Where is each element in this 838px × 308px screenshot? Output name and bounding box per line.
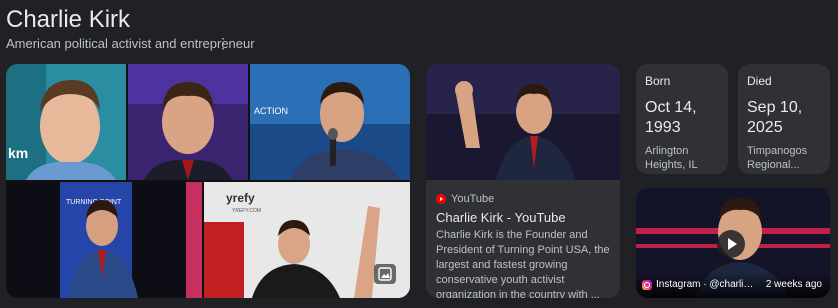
- instagram-handle: Instagram · @charlieki...: [656, 279, 756, 290]
- page-title: Charlie Kirk: [6, 6, 131, 33]
- died-card[interactable]: Died Sep 10, 2025 Timpanogos Regional...: [738, 64, 830, 174]
- image-grid: km ACTION TURNING yrefy YREFY.COM: [6, 64, 410, 298]
- watermark-text: km: [8, 145, 28, 161]
- instagram-source: Instagram · @charlieki...: [642, 279, 756, 290]
- youtube-thumbnail[interactable]: [426, 64, 620, 180]
- sign-text: yrefy: [226, 191, 255, 205]
- play-icon[interactable]: [717, 230, 745, 258]
- youtube-description: Charlie Kirk is the Founder and Presiden…: [436, 229, 610, 298]
- youtube-card[interactable]: YouTube Charlie Kirk - YouTube Charlie K…: [426, 64, 620, 298]
- born-label: Born: [645, 74, 671, 88]
- instagram-video-card[interactable]: Instagram · @charlieki... 2 weeks ago: [636, 188, 830, 298]
- died-place: Timpanogos Regional...: [747, 145, 808, 171]
- photo-4[interactable]: TURNING POINT: [6, 182, 202, 298]
- photo-3[interactable]: ACTION: [250, 64, 410, 180]
- died-date: Sep 10, 2025: [747, 99, 803, 136]
- more-vert-icon[interactable]: ⋮: [216, 35, 230, 51]
- photo-2[interactable]: [128, 64, 248, 180]
- image-icon[interactable]: [374, 264, 396, 284]
- born-card[interactable]: Born Oct 14, 1993 Arlington Heights, IL: [636, 64, 728, 174]
- instagram-icon: [642, 279, 652, 290]
- instagram-time: 2 weeks ago: [765, 279, 822, 290]
- youtube-icon: [436, 194, 446, 204]
- photo-5[interactable]: yrefy YREFY.COM: [204, 182, 410, 298]
- youtube-source: YouTube: [436, 192, 494, 206]
- banner-text: ACTION: [254, 106, 288, 116]
- born-place: Arlington Heights, IL: [645, 145, 698, 171]
- died-label: Died: [747, 74, 772, 88]
- youtube-title[interactable]: Charlie Kirk - YouTube: [436, 210, 566, 226]
- photo-1[interactable]: km: [6, 64, 126, 180]
- sign-subtext: YREFY.COM: [232, 208, 261, 214]
- born-date: Oct 14, 1993: [645, 99, 697, 136]
- youtube-source-label: YouTube: [451, 193, 495, 205]
